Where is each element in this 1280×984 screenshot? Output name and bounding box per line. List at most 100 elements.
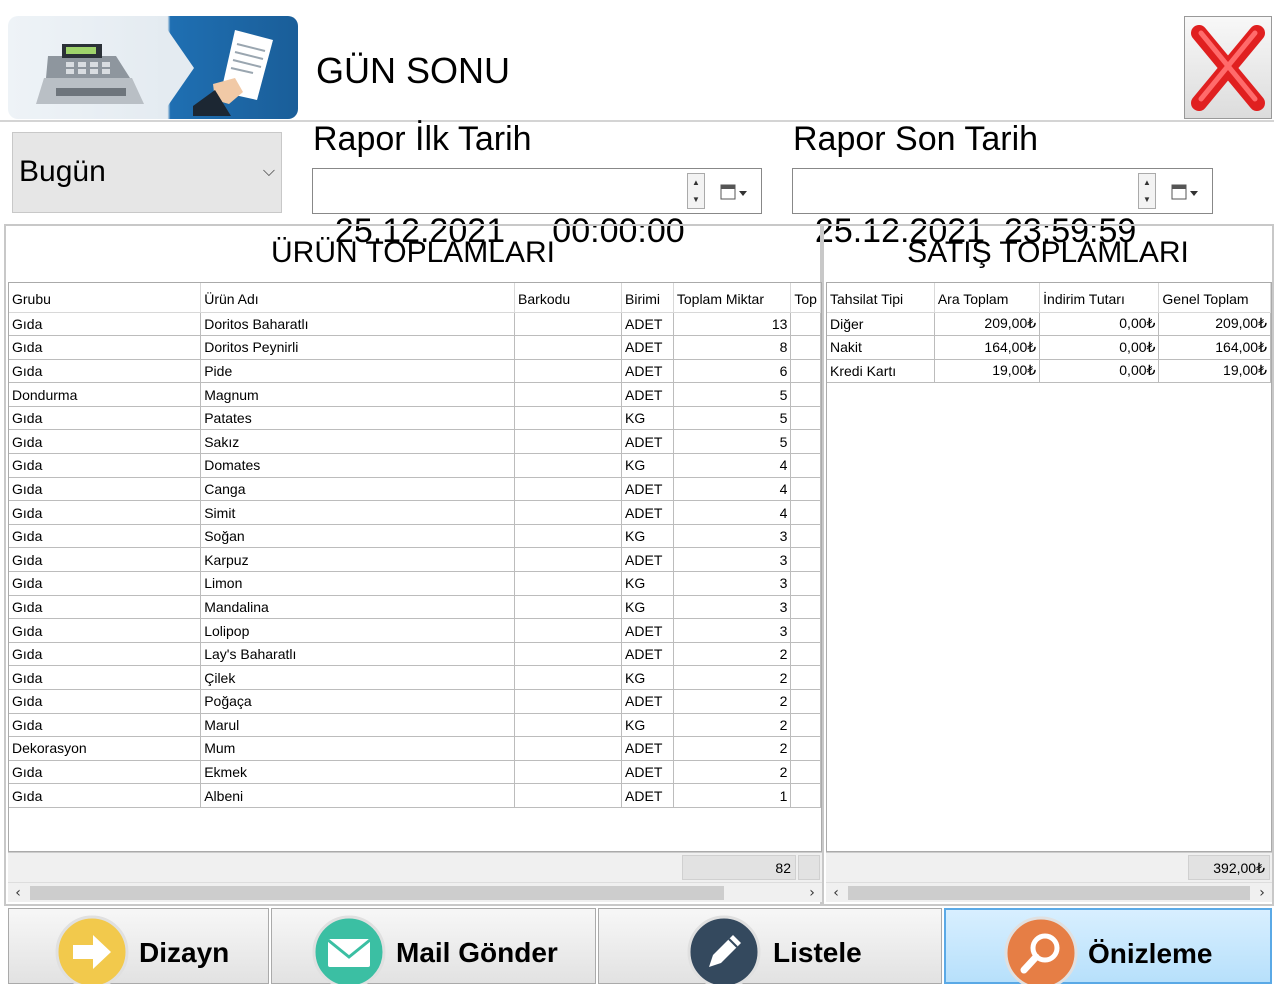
products-header-0[interactable]: Grubu	[9, 283, 202, 313]
table-cell: Gıda	[9, 429, 202, 455]
table-cell: Gıda	[9, 665, 202, 690]
table-cell: ADET	[621, 760, 674, 785]
table-cell: ADET	[621, 477, 674, 502]
sales-header-1[interactable]: Ara Toplam	[934, 283, 1041, 313]
products-header-2[interactable]: Barkodu	[514, 283, 623, 313]
table-row[interactable]: Gıda Mandalina KG 3	[9, 595, 821, 620]
list-button[interactable]: Listele	[598, 908, 942, 984]
table-row[interactable]: Gıda Poğaça ADET 2	[9, 689, 821, 714]
table-cell: Gıda	[9, 595, 202, 620]
table-row[interactable]: Gıda Lolipop ADET 3	[9, 618, 821, 643]
start-date-input[interactable]: 25.12.2021 00:00:00 ▲ ▼	[312, 168, 762, 250]
table-cell: KG	[621, 406, 674, 431]
table-row[interactable]: Gıda Ekmek ADET 2	[9, 760, 821, 785]
table-cell: Doritos Peynirli	[200, 335, 516, 360]
close-icon	[1191, 25, 1265, 111]
sales-header-3[interactable]: Genel Toplam	[1158, 283, 1271, 313]
design-button[interactable]: Dizayn	[8, 908, 269, 984]
end-date-label: Rapor Son Tarih	[793, 120, 1039, 158]
table-cell	[790, 689, 821, 714]
period-dropdown[interactable]: Bugün ⌵	[12, 132, 282, 213]
close-button[interactable]	[1184, 16, 1272, 119]
sales-hscrollbar[interactable]: ‹ ›	[826, 882, 1272, 902]
sales-header-2[interactable]: İndirim Tutarı	[1039, 283, 1160, 313]
table-cell: Lay's Baharatlı	[200, 642, 516, 667]
table-cell: Çilek	[200, 665, 516, 690]
table-row[interactable]: Gıda Sakız ADET 5	[9, 429, 821, 455]
table-row[interactable]: Gıda Pide ADET 6	[9, 359, 821, 384]
table-cell: 5	[673, 382, 792, 407]
table-row[interactable]: Gıda Soğan KG 3	[9, 524, 821, 549]
table-cell: 3	[673, 618, 792, 643]
table-cell: 2	[673, 736, 792, 761]
table-row[interactable]: Kredi Kartı 19,00₺ 0,00₺ 19,00₺	[827, 359, 1271, 384]
table-cell: ADET	[621, 312, 674, 337]
list-button-label: Listele	[773, 937, 862, 968]
table-cell: Dekorasyon	[9, 736, 202, 761]
table-cell: 209,00₺	[1158, 312, 1271, 337]
products-scroll-thumb[interactable]	[30, 886, 724, 900]
table-cell	[790, 335, 821, 360]
start-date-spinner[interactable]: ▲ ▼	[687, 173, 705, 209]
table-row[interactable]: Nakit 164,00₺ 0,00₺ 164,00₺	[827, 335, 1271, 360]
table-cell: Poğaça	[200, 689, 516, 714]
table-row[interactable]: Gıda Domates KG 4	[9, 453, 821, 478]
table-cell: Gıda	[9, 453, 202, 478]
table-row[interactable]: Gıda Marul KG 2	[9, 713, 821, 738]
table-row[interactable]: Gıda Karpuz ADET 3	[9, 547, 821, 573]
products-grid[interactable]: Grubu Ürün Adı Barkodu Birimi Toplam Miktar T…	[8, 282, 822, 852]
scroll-left-icon[interactable]: ‹	[826, 883, 846, 903]
table-row[interactable]: Gıda Doritos Peynirli ADET 8	[9, 335, 821, 360]
table-cell: ADET	[621, 618, 674, 643]
table-row[interactable]: Gıda Albeni ADET 1	[9, 783, 821, 808]
table-cell: 2	[673, 642, 792, 667]
table-row[interactable]: Gıda Simit ADET 4	[9, 500, 821, 525]
preview-button[interactable]: Önizleme	[944, 908, 1272, 984]
table-row[interactable]: Gıda Patates KG 5	[9, 406, 821, 431]
sales-total: 392,00₺	[1188, 855, 1270, 880]
table-row[interactable]: Dekorasyon Mum ADET 2	[9, 736, 821, 761]
table-cell	[790, 713, 821, 738]
header-divider	[0, 120, 1274, 122]
table-row[interactable]: Gıda Doritos Baharatlı ADET 13	[9, 312, 821, 337]
products-header-5[interactable]: Top	[790, 283, 821, 313]
table-row[interactable]: Gıda Canga ADET 4	[9, 477, 821, 502]
table-cell: Marul	[200, 713, 516, 738]
table-cell	[790, 736, 821, 761]
products-total-extra	[798, 855, 820, 880]
table-row[interactable]: Gıda Çilek KG 2	[9, 665, 821, 690]
table-cell	[790, 312, 821, 337]
table-row[interactable]: Dondurma Magnum ADET 5	[9, 382, 821, 407]
table-cell: ADET	[621, 736, 674, 761]
calendar-icon[interactable]	[1170, 181, 1204, 203]
table-cell: KG	[621, 524, 674, 549]
table-row[interactable]: Gıda Limon KG 3	[9, 571, 821, 596]
mail-button[interactable]: Mail Gönder	[271, 908, 596, 984]
table-cell: Mandalina	[200, 595, 516, 620]
table-row[interactable]: Gıda Lay's Baharatlı ADET 2	[9, 642, 821, 667]
table-row[interactable]: Diğer 209,00₺ 0,00₺ 209,00₺	[827, 312, 1271, 337]
cash-register-icon	[36, 44, 144, 104]
sales-header-0[interactable]: Tahsilat Tipi	[827, 283, 935, 313]
products-hscrollbar[interactable]: ‹ ›	[8, 882, 822, 902]
table-cell: Gıda	[9, 783, 202, 808]
table-cell: 3	[673, 595, 792, 620]
table-cell: 2	[673, 689, 792, 714]
table-cell: Nakit	[827, 335, 935, 360]
products-header-3[interactable]: Birimi	[621, 283, 674, 313]
sales-grid[interactable]: Tahsilat Tipi Ara Toplam İndirim Tutarı Gen…	[826, 282, 1272, 852]
scroll-right-icon[interactable]: ›	[1252, 883, 1272, 903]
end-date-input[interactable]: 25.12.2021 23:59:59 ▲ ▼	[792, 168, 1213, 250]
end-date-spinner[interactable]: ▲ ▼	[1138, 173, 1156, 209]
products-header-4[interactable]: Toplam Miktar	[673, 283, 792, 313]
sales-scroll-thumb[interactable]	[848, 886, 1250, 900]
scroll-left-icon[interactable]: ‹	[8, 883, 28, 903]
table-cell: 164,00₺	[934, 335, 1041, 360]
pencil-icon	[687, 915, 761, 984]
table-cell: ADET	[621, 783, 674, 808]
table-cell: Limon	[200, 571, 516, 596]
calendar-icon[interactable]	[719, 181, 753, 203]
products-total: 82	[682, 855, 796, 880]
products-header-1[interactable]: Ürün Adı	[200, 283, 516, 313]
scroll-right-icon[interactable]: ›	[802, 883, 822, 903]
